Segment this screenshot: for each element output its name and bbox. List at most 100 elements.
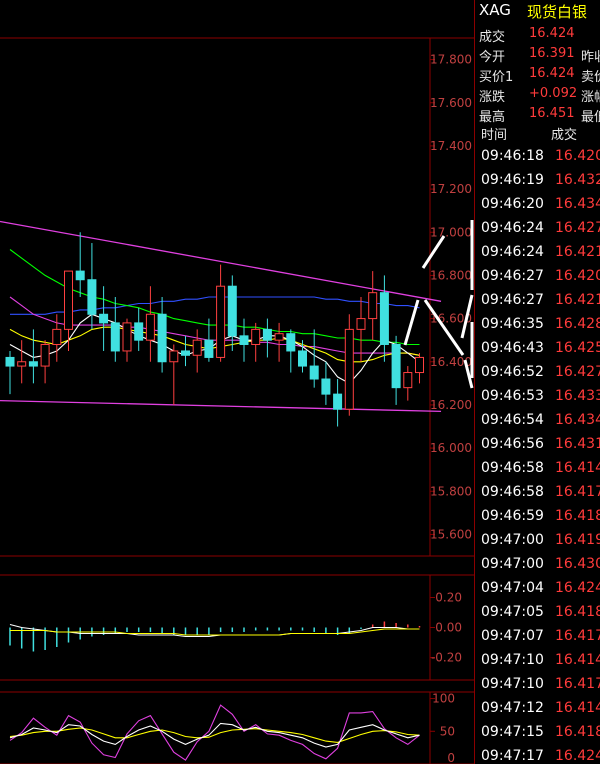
candle-body [6, 357, 14, 366]
ticks-header-price: 成交 [551, 124, 577, 143]
tick-time: 09:47:15 [481, 724, 544, 740]
tick-price: 16.414 [555, 460, 600, 476]
tick-time: 09:46:56 [481, 436, 544, 452]
quote-label-secondary: 昨收 [581, 46, 600, 65]
candle [6, 351, 14, 394]
tick-row[interactable]: 09:47:0516.418 [475, 602, 600, 626]
tick-price: 16.431 [555, 436, 600, 452]
price-tick-label: 17.200 [430, 182, 472, 196]
tick-row[interactable]: 09:46:5816.414 [475, 458, 600, 482]
tick-time: 09:46:18 [481, 148, 544, 164]
candle [76, 232, 84, 297]
candle-body [334, 394, 342, 409]
tick-row[interactable]: 09:47:15 16.418 [475, 722, 600, 746]
candle-body [240, 336, 248, 345]
ticks-header-time: 时间 [481, 124, 507, 143]
candle-body [404, 373, 412, 388]
candle-body [228, 286, 236, 336]
tick-price: 16.427 [555, 220, 600, 236]
tick-row[interactable]: 09:46:1816.420 [475, 146, 600, 170]
kdj-tick-label: 50 [440, 724, 455, 738]
candle-body [53, 329, 61, 344]
tick-time: 09:47:05 [481, 604, 544, 620]
tick-time: 09:46:43 [481, 340, 544, 356]
candle-body [310, 366, 318, 379]
annotation-arrow [423, 236, 444, 268]
macd-tick-label: 0.00 [435, 621, 462, 635]
candle-body [88, 280, 96, 315]
tick-row[interactable]: 09:47:0416.424 [475, 578, 600, 602]
tick-row[interactable]: 09:47:1016.417 [475, 674, 600, 698]
tick-row[interactable]: 09:46:52 16.427 [475, 362, 600, 386]
candle-body [392, 344, 400, 387]
kdj-tick-label: 100 [432, 692, 455, 706]
price-tick-label: 17.600 [430, 96, 472, 110]
tick-row[interactable]: 09:47:07 16.417 [475, 626, 600, 650]
tick-row[interactable]: 09:46:56 16.431 [475, 434, 600, 458]
tick-row[interactable]: 09:46:2416.427 [475, 218, 600, 242]
tick-price: 16.434 [555, 412, 600, 428]
kdj-tick-label: 0 [447, 751, 455, 764]
candle-body [111, 323, 119, 351]
instrument-header[interactable]: XAG 现货白银 [475, 0, 600, 22]
tick-row[interactable]: 09:46:58 16.417 [475, 482, 600, 506]
tick-price: 16.425 [555, 340, 600, 356]
tick-row[interactable]: 09:46:5316.433 [475, 386, 600, 410]
tick-row[interactable]: 09:47:0016.419 [475, 530, 600, 554]
tick-time: 09:47:17 [481, 748, 544, 764]
tick-price: 16.418 [555, 508, 600, 524]
tick-row[interactable]: 09:46:2416.421 [475, 242, 600, 266]
candle [287, 329, 295, 372]
tick-row[interactable]: 09:47:1016.414 [475, 650, 600, 674]
tick-row[interactable]: 09:47:1216.414 [475, 698, 600, 722]
price-tick-label: 17.000 [430, 225, 472, 239]
tick-row[interactable]: 09:46:2716.420 [475, 266, 600, 290]
candle-body [322, 379, 330, 394]
tick-time: 09:47:07 [481, 628, 544, 644]
candle [41, 340, 49, 383]
tick-row[interactable]: 09:46:5916.418 [475, 506, 600, 530]
tick-row[interactable]: 09:47:0016.430 [475, 554, 600, 578]
candle-body [263, 329, 271, 340]
candle [369, 271, 377, 340]
tick-time: 09:46:58 [481, 484, 544, 500]
candle-body [158, 314, 166, 361]
candle [100, 286, 108, 351]
candle-body [100, 314, 108, 323]
tick-row[interactable]: 09:46:2016.434 [475, 194, 600, 218]
tick-price: 16.434 [555, 196, 600, 212]
tick-row[interactable]: 09:47:1716.424 [475, 746, 600, 764]
candle-body [380, 293, 388, 345]
tick-row[interactable]: 09:46:5416.434 [475, 410, 600, 434]
price-tick-label: 16.800 [430, 268, 472, 282]
tick-time: 09:47:10 [481, 652, 544, 668]
tick-price: 16.418 [555, 724, 600, 740]
candle-body [357, 319, 365, 330]
tick-row[interactable]: 09:46:1916.432 [475, 170, 600, 194]
quote-row: 成交16.424 [475, 24, 600, 44]
tick-price: 16.417 [555, 628, 600, 644]
tick-time: 09:47:04 [481, 580, 544, 596]
tick-row[interactable]: 09:46:2716.421 [475, 290, 600, 314]
tick-price: 16.427 [555, 364, 600, 380]
tick-price: 16.421 [555, 244, 600, 260]
macd-tick-label: 0.20 [435, 591, 462, 605]
price-tick-label: 16.000 [430, 441, 472, 455]
candle-body [182, 351, 190, 355]
quote-value: 16.391 [529, 46, 575, 61]
tick-time: 09:47:12 [481, 700, 544, 716]
tick-price: 16.430 [555, 556, 600, 572]
candle [158, 297, 166, 373]
candle [357, 297, 365, 362]
candle-body [217, 286, 225, 357]
quote-row: 最高16.451最低 [475, 104, 600, 124]
annotation-arrow [425, 300, 463, 355]
quote-label-secondary: 涨幅 [581, 86, 600, 105]
tick-row[interactable]: 09:46:3516.428 [475, 314, 600, 338]
candle [111, 297, 119, 362]
candle-body [123, 323, 131, 351]
tick-time: 09:46:52 [481, 364, 544, 380]
tick-row[interactable]: 09:46:43 16.425 [475, 338, 600, 362]
quote-label: 成交 [479, 26, 505, 45]
tick-price: 16.417 [555, 484, 600, 500]
